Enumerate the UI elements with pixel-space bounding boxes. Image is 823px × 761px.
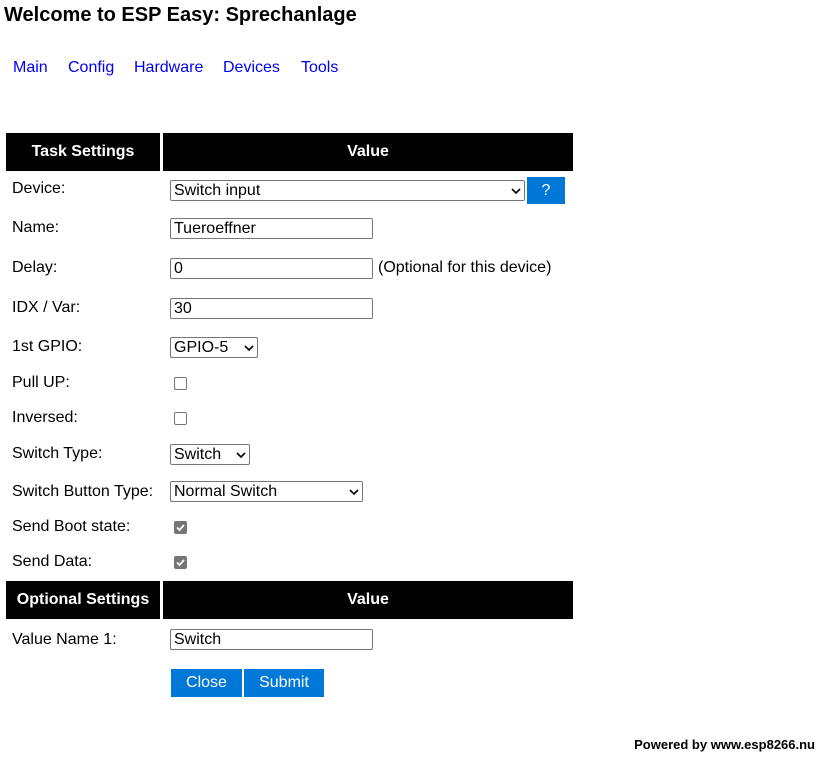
inversed-checkbox[interactable] — [174, 412, 187, 425]
device-select-value: Switch input — [174, 182, 261, 199]
gpio-label: 1st GPIO: — [12, 338, 83, 355]
switch-type-label: Switch Type: — [12, 445, 103, 462]
delay-label: Delay: — [12, 259, 58, 276]
send-boot-label: Send Boot state: — [12, 518, 131, 535]
switch-type-select[interactable]: Switch — [170, 444, 250, 465]
delay-note: (Optional for this device) — [378, 259, 552, 276]
chevron-down-icon — [236, 451, 246, 458]
delay-input[interactable]: 0 — [170, 258, 373, 279]
nav-link-devices[interactable]: Devices — [223, 59, 280, 77]
switch-button-type-label: Switch Button Type: — [12, 483, 154, 500]
nav-link-hardware[interactable]: Hardware — [134, 59, 203, 77]
send-boot-checkbox[interactable] — [174, 521, 187, 534]
gpio-select[interactable]: GPIO-5 — [170, 337, 258, 358]
idx-label: IDX / Var: — [12, 299, 81, 316]
chevron-down-icon — [244, 344, 254, 351]
task-value-header: Value — [163, 133, 573, 171]
switch-type-select-value: Switch — [174, 446, 222, 463]
send-data-checkbox[interactable] — [174, 556, 187, 569]
device-select[interactable]: Switch input — [170, 180, 525, 201]
name-label: Name: — [12, 219, 60, 236]
nav-link-tools[interactable]: Tools — [301, 59, 338, 77]
value-name-label: Value Name 1: — [12, 631, 117, 648]
optional-settings-header: Optional Settings — [6, 581, 160, 619]
chevron-down-icon — [511, 187, 521, 194]
idx-input[interactable]: 30 — [170, 298, 373, 319]
device-help-button[interactable]: ? — [527, 177, 565, 204]
checkmark-icon — [176, 559, 185, 567]
footer-powered-by: Powered by www.esp8266.nu — [634, 737, 815, 752]
name-input[interactable]: Tueroeffner — [170, 218, 373, 239]
nav-link-main[interactable]: Main — [13, 59, 48, 77]
switch-button-type-select-value: Normal Switch — [174, 483, 278, 500]
optional-value-header: Value — [163, 581, 573, 619]
value-name-input[interactable]: Switch — [170, 629, 373, 650]
page-title: Welcome to ESP Easy: Sprechanlage — [4, 4, 357, 26]
close-button[interactable]: Close — [171, 669, 242, 697]
task-settings-header: Task Settings — [6, 133, 160, 171]
submit-button[interactable]: Submit — [244, 669, 324, 697]
nav-link-config[interactable]: Config — [68, 59, 114, 77]
pullup-checkbox[interactable] — [174, 377, 187, 390]
chevron-down-icon — [349, 488, 359, 495]
pullup-label: Pull UP: — [12, 374, 70, 391]
inversed-label: Inversed: — [12, 409, 78, 426]
checkmark-icon — [176, 524, 185, 532]
switch-button-type-select[interactable]: Normal Switch — [170, 481, 363, 502]
gpio-select-value: GPIO-5 — [174, 339, 229, 356]
send-data-label: Send Data: — [12, 553, 93, 570]
device-label: Device: — [12, 180, 66, 197]
